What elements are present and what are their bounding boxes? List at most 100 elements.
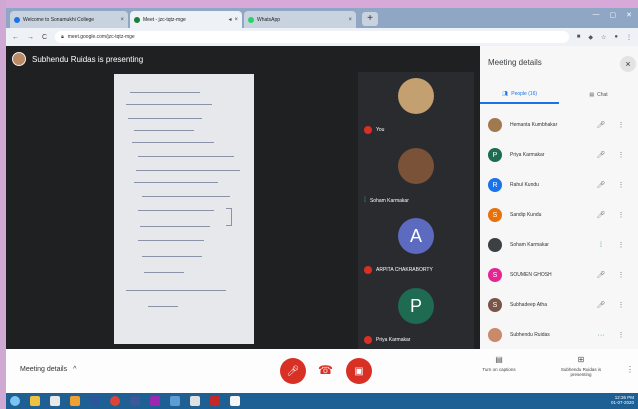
more-icon[interactable]: ⋮ (616, 121, 626, 129)
presenter-text: Subhendu Ruidas is presenting (32, 54, 144, 64)
back-icon[interactable]: ← (12, 34, 19, 41)
address-bar-actions: ■ ◆ ☆ ● ⋮ (577, 34, 632, 41)
list-item[interactable]: S Subhadeep Atha 🎤︎ ⋮ (480, 290, 638, 320)
leave-call-button[interactable]: ☎︎ (318, 363, 333, 377)
mic-off-icon[interactable]: 🎤︎ (594, 271, 608, 279)
meeting-details-panel: Meeting details × 👥︎ People (16) ▤ Chat … (480, 46, 638, 349)
tile-label: You (364, 126, 384, 134)
browser-tab-whatsapp[interactable]: WhatsApp × (244, 11, 356, 28)
handwriting-line (138, 156, 234, 157)
camera-toggle-button[interactable]: ▣ (346, 358, 372, 384)
start-icon[interactable] (10, 396, 20, 406)
app-icon[interactable] (50, 396, 60, 406)
close-icon[interactable]: × (234, 17, 238, 23)
list-item[interactable]: R Rahul Kundu 🎤︎ ⋮ (480, 170, 638, 200)
tab-chat[interactable]: ▤ Chat (559, 86, 638, 104)
app-icon[interactable] (170, 396, 180, 406)
handwriting-line (128, 118, 202, 119)
app-icon[interactable] (150, 396, 160, 406)
app-icon[interactable] (190, 396, 200, 406)
handwriting-line (148, 306, 178, 307)
media-icon[interactable] (70, 396, 80, 406)
list-item[interactable]: S Sandip Kundu 🎤︎ ⋮ (480, 200, 638, 230)
presented-document (114, 74, 254, 344)
pdf-icon[interactable] (210, 396, 220, 406)
more-icon[interactable]: ⋮ (616, 241, 626, 249)
present-screen-icon: ⊞ (577, 355, 585, 364)
participant-tile[interactable]: P Priya Karmakar (358, 282, 474, 346)
minimize-icon[interactable]: — (593, 11, 600, 19)
captions-button[interactable]: ▤ Turn on captions (476, 355, 522, 372)
avatar (488, 118, 502, 132)
star-icon[interactable]: ☆ (601, 34, 606, 41)
handwriting-line (130, 92, 200, 93)
presenter-banner: Subhendu Ruidas is presenting (12, 52, 143, 66)
more-icon[interactable]: ⋮ (616, 211, 626, 219)
app-icon[interactable] (130, 396, 140, 406)
handwriting-line (126, 104, 212, 105)
list-item[interactable]: Hemanta Kumbhakar 🎤︎ ⋮ (480, 110, 638, 140)
mic-off-icon[interactable]: 🎤︎ (594, 211, 608, 219)
app-icon[interactable] (230, 396, 240, 406)
mic-off-icon (364, 336, 372, 344)
close-icon[interactable]: × (120, 17, 124, 23)
close-icon[interactable]: × (348, 17, 352, 23)
os-taskbar: 12:36 PM 01-07-2020 (6, 393, 638, 409)
browser-tab-strip: Welcome to Sonamukhi College × Meet - jz… (6, 8, 638, 28)
speaking-icon: ⁞ (364, 197, 366, 204)
more-icon[interactable]: ⋮ (616, 151, 626, 159)
avatar: P (488, 148, 502, 162)
profile-icon[interactable]: ● (614, 34, 618, 41)
handwriting-line (132, 142, 214, 143)
more-options-icon[interactable]: ⋮ (626, 365, 634, 374)
tab-label: WhatsApp (257, 16, 281, 23)
camera-icon[interactable]: ■ (577, 34, 581, 41)
share-icon[interactable]: ◆ (588, 34, 593, 41)
presenting-button[interactable]: ⊞ Subhendu Ruidas is presenting (554, 355, 608, 377)
word-icon[interactable] (90, 396, 100, 406)
reload-icon[interactable]: C (42, 34, 47, 41)
list-item[interactable]: Subhendu Ruidas ··· ⋮ (480, 320, 638, 350)
window-frame-top (0, 0, 638, 8)
tab-people[interactable]: 👥︎ People (16) (480, 86, 559, 104)
list-item[interactable]: S SOUMEN GHOSH 🎤︎ ⋮ (480, 260, 638, 290)
handwriting-bracket (226, 208, 232, 226)
browser-tab-meet[interactable]: Meet - jzc-tqtz-mge ◂ × (130, 11, 242, 28)
forward-icon[interactable]: → (27, 34, 34, 41)
participant-tile[interactable]: You (358, 72, 474, 136)
chrome-icon[interactable] (110, 396, 120, 406)
more-icon[interactable]: ⋮ (616, 181, 626, 189)
participant-tile[interactable]: A ARPITA CHAKRABORTY (358, 212, 474, 276)
explorer-icon[interactable] (30, 396, 40, 406)
more-icon[interactable]: ⋮ (616, 301, 626, 309)
maximize-icon[interactable]: ▢ (610, 11, 617, 19)
speaking-icon: ⁞ (600, 241, 602, 249)
mic-toggle-button[interactable]: 🎤︎ (280, 358, 306, 384)
handwriting-line (138, 240, 204, 241)
list-item[interactable]: Soham Karmakar ⁞ ⋮ (480, 230, 638, 260)
more-icon[interactable]: ⋮ (616, 331, 626, 339)
tile-label: Priya Karmakar (364, 336, 410, 344)
participant-tiles: You ⁞ Soham Karmakar A ARPITA CHAKRABORT… (358, 72, 474, 349)
mic-off-icon[interactable]: 🎤︎ (594, 301, 608, 309)
avatar: A (398, 218, 434, 254)
new-tab-button[interactable]: + (362, 12, 378, 26)
meeting-controls-bar: Meeting details ^ 🎤︎ ☎︎ ▣ ▤ Turn on capt… (6, 349, 638, 393)
speaker-icon: ◂ (228, 17, 232, 23)
close-panel-button[interactable]: × (620, 56, 636, 72)
avatar (488, 238, 502, 252)
mic-off-icon: 🎤︎ (286, 365, 300, 377)
close-window-icon[interactable]: ✕ (626, 11, 632, 19)
mic-off-icon[interactable]: 🎤︎ (594, 181, 608, 189)
menu-dots-icon[interactable]: ⋮ (626, 34, 632, 41)
browser-tab-college[interactable]: Welcome to Sonamukhi College × (10, 11, 128, 28)
presenting-dots-icon: ··· (597, 331, 605, 339)
list-item[interactable]: P Priya Karmakar 🎤︎ ⋮ (480, 140, 638, 170)
url-input[interactable]: 🔒︎ meet.google.com/jzc-tqtz-mge (55, 31, 569, 43)
mic-off-icon[interactable]: 🎤︎ (594, 151, 608, 159)
more-icon[interactable]: ⋮ (616, 271, 626, 279)
mic-off-icon[interactable]: 🎤︎ (594, 121, 608, 129)
meeting-details-button[interactable]: Meeting details ^ (20, 366, 76, 373)
panel-title: Meeting details (488, 58, 542, 67)
participant-tile[interactable]: ⁞ Soham Karmakar (358, 142, 474, 206)
